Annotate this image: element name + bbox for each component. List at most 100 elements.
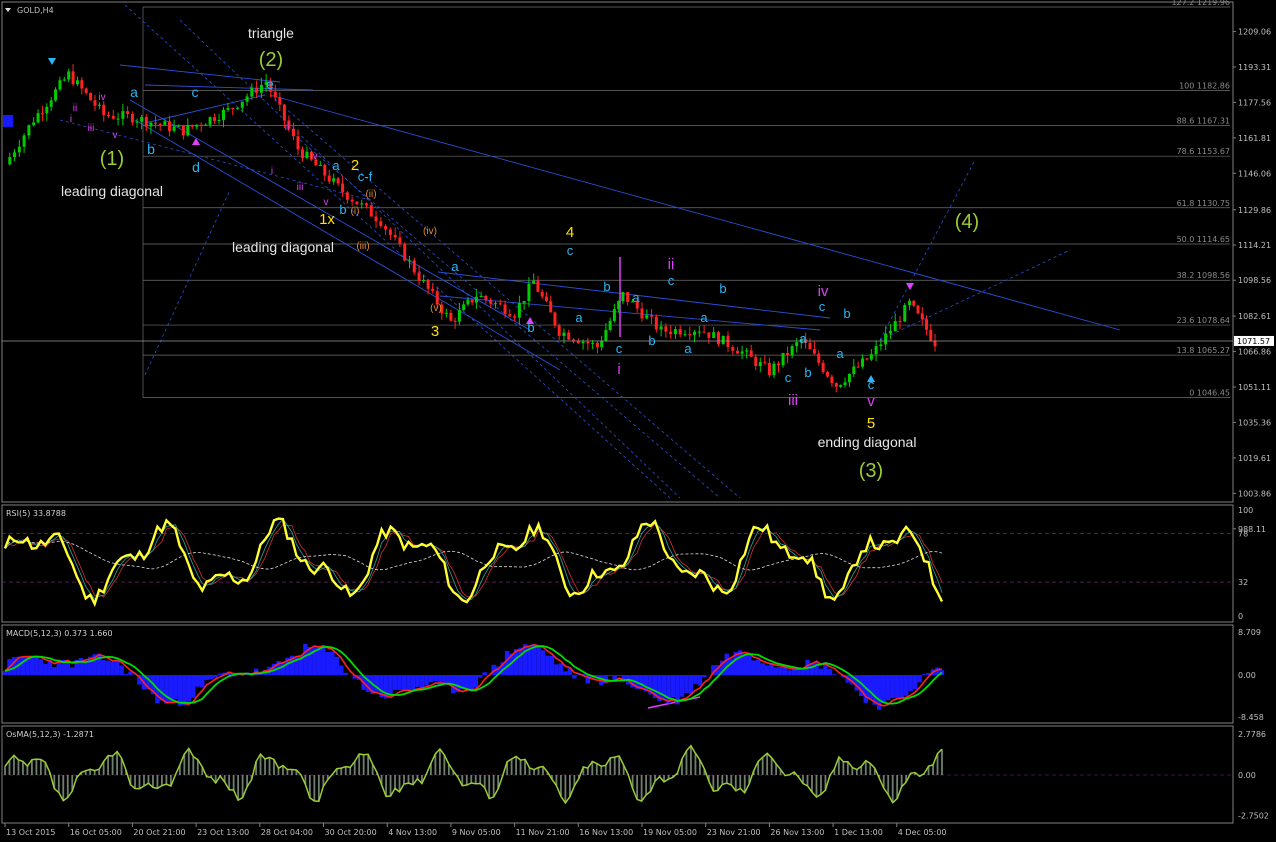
fib-level-label: 88.6 1167.31	[1177, 116, 1230, 125]
wave-label[interactable]: iv	[98, 92, 105, 103]
wave-label[interactable]: c	[868, 377, 875, 392]
wave-label[interactable]: leading diagonal	[61, 183, 163, 199]
candle-body	[22, 135, 26, 147]
candle-body	[562, 332, 566, 336]
wave-label[interactable]: v	[867, 393, 875, 410]
wave-label[interactable]: (iii)	[356, 241, 369, 252]
main-pane[interactable]	[1, 1, 1234, 503]
candle-body	[608, 320, 612, 330]
candle-body	[903, 305, 907, 322]
wave-label[interactable]: c	[785, 370, 792, 385]
wave-label[interactable]: ii	[668, 256, 675, 273]
macd-axis-label: 8.709	[1238, 628, 1261, 637]
wave-label[interactable]: (ii)	[365, 189, 376, 200]
wave-label[interactable]: b	[648, 333, 655, 348]
time-axis-label: 1 Dec 13:00	[834, 828, 883, 837]
rsi-axis-label: 0	[1238, 612, 1243, 621]
candle-body	[549, 301, 553, 313]
time-axis-label: 26 Nov 13:00	[770, 828, 824, 837]
wave-label[interactable]: i	[70, 114, 72, 125]
wave-label[interactable]: 4	[566, 224, 574, 241]
wave-label[interactable]: iv	[818, 283, 829, 300]
wave-label[interactable]: b	[527, 320, 534, 335]
wave-label[interactable]: iii	[788, 392, 798, 409]
candle-body	[255, 87, 259, 93]
candle-body	[167, 121, 171, 131]
wave-label[interactable]: b	[603, 279, 610, 294]
time-axis: 13 Oct 2015 16 Oct 05:00 20 Oct 21:00 23 Oc…	[4, 823, 947, 837]
candle-body	[149, 122, 153, 127]
candle-body	[374, 216, 378, 222]
price-axis-label: 1098.56	[1238, 276, 1271, 285]
wave-label[interactable]: triangle	[248, 25, 294, 41]
wave-label[interactable]: ii	[285, 122, 289, 133]
candle-body	[470, 299, 474, 303]
macd-pane[interactable]	[1, 624, 1234, 724]
wave-label[interactable]: iii	[297, 182, 304, 193]
wave-label[interactable]: c-f	[358, 169, 373, 184]
rsi-axis-label: 78	[1238, 529, 1248, 538]
wave-label[interactable]: (3)	[859, 460, 883, 482]
candle-body	[678, 329, 682, 335]
wave-label[interactable]: a	[575, 310, 583, 325]
wave-label[interactable]: i	[271, 166, 273, 177]
wave-label[interactable]: 3	[431, 323, 439, 340]
wave-label[interactable]: a	[332, 158, 340, 173]
wave-label[interactable]: c	[192, 84, 199, 100]
candle-body	[707, 332, 711, 338]
wave-label[interactable]: 5	[867, 415, 875, 432]
wave-label[interactable]: iii	[88, 123, 95, 134]
wave-label[interactable]: b	[843, 306, 850, 321]
wave-label[interactable]: (iv)	[423, 226, 437, 237]
osma-axis-label: -2.7502	[1238, 812, 1269, 821]
wave-label[interactable]: a	[684, 341, 692, 356]
wave-label[interactable]: b	[719, 281, 726, 296]
wave-label[interactable]: a	[799, 331, 807, 346]
wave-label[interactable]: b	[804, 365, 811, 380]
osma-pane[interactable]	[1, 725, 1234, 824]
wave-label[interactable]: v	[324, 197, 329, 208]
candle-body	[489, 299, 493, 304]
wave-label[interactable]: ii	[73, 103, 77, 114]
wave-label[interactable]: a	[700, 310, 708, 325]
candle-body	[884, 333, 888, 345]
fib-level-label: 100 1182.86	[1179, 81, 1230, 90]
wave-label[interactable]: a	[632, 290, 640, 305]
wave-label[interactable]: c	[567, 243, 574, 258]
wave-label[interactable]: 1x	[319, 211, 335, 228]
rsi-pane[interactable]	[1, 504, 1234, 623]
candle-body	[540, 291, 544, 297]
wave-label[interactable]: d	[192, 159, 200, 175]
candle-body	[484, 295, 488, 300]
candle-body	[781, 352, 785, 366]
wave-label[interactable]: a	[451, 259, 459, 274]
candle-body	[612, 309, 616, 321]
candle-body	[327, 175, 331, 182]
wave-label[interactable]: ending diagonal	[818, 434, 917, 450]
wave-label[interactable]: (v)	[430, 303, 442, 314]
price-axis-label: 1066.86	[1238, 348, 1271, 357]
wave-label[interactable]: iv	[310, 151, 317, 162]
wave-label[interactable]: a	[130, 84, 138, 100]
wave-label[interactable]: a	[836, 346, 844, 361]
candle-body	[772, 363, 776, 376]
candle-body	[181, 125, 185, 136]
wave-label[interactable]: (4)	[955, 211, 979, 233]
wave-label[interactable]: c	[819, 299, 826, 314]
wave-label[interactable]: b	[339, 202, 346, 217]
wave-label[interactable]: e	[266, 76, 274, 92]
wave-label[interactable]: (2)	[259, 49, 283, 71]
candle-body	[839, 384, 843, 387]
candle-body	[513, 316, 517, 318]
wave-label[interactable]: c	[616, 341, 623, 356]
candle-body	[126, 111, 130, 115]
symbol-title: GOLD,H4	[17, 6, 54, 15]
wave-label[interactable]: (i)	[351, 206, 360, 217]
wave-label[interactable]: (1)	[100, 148, 124, 170]
wave-label[interactable]: v	[113, 130, 118, 141]
wave-label[interactable]: leading diagonal	[232, 239, 334, 255]
candle-body	[712, 332, 716, 338]
wave-label[interactable]: b	[147, 141, 155, 157]
wave-label[interactable]: c	[668, 273, 675, 288]
wave-label[interactable]: i	[617, 361, 620, 378]
